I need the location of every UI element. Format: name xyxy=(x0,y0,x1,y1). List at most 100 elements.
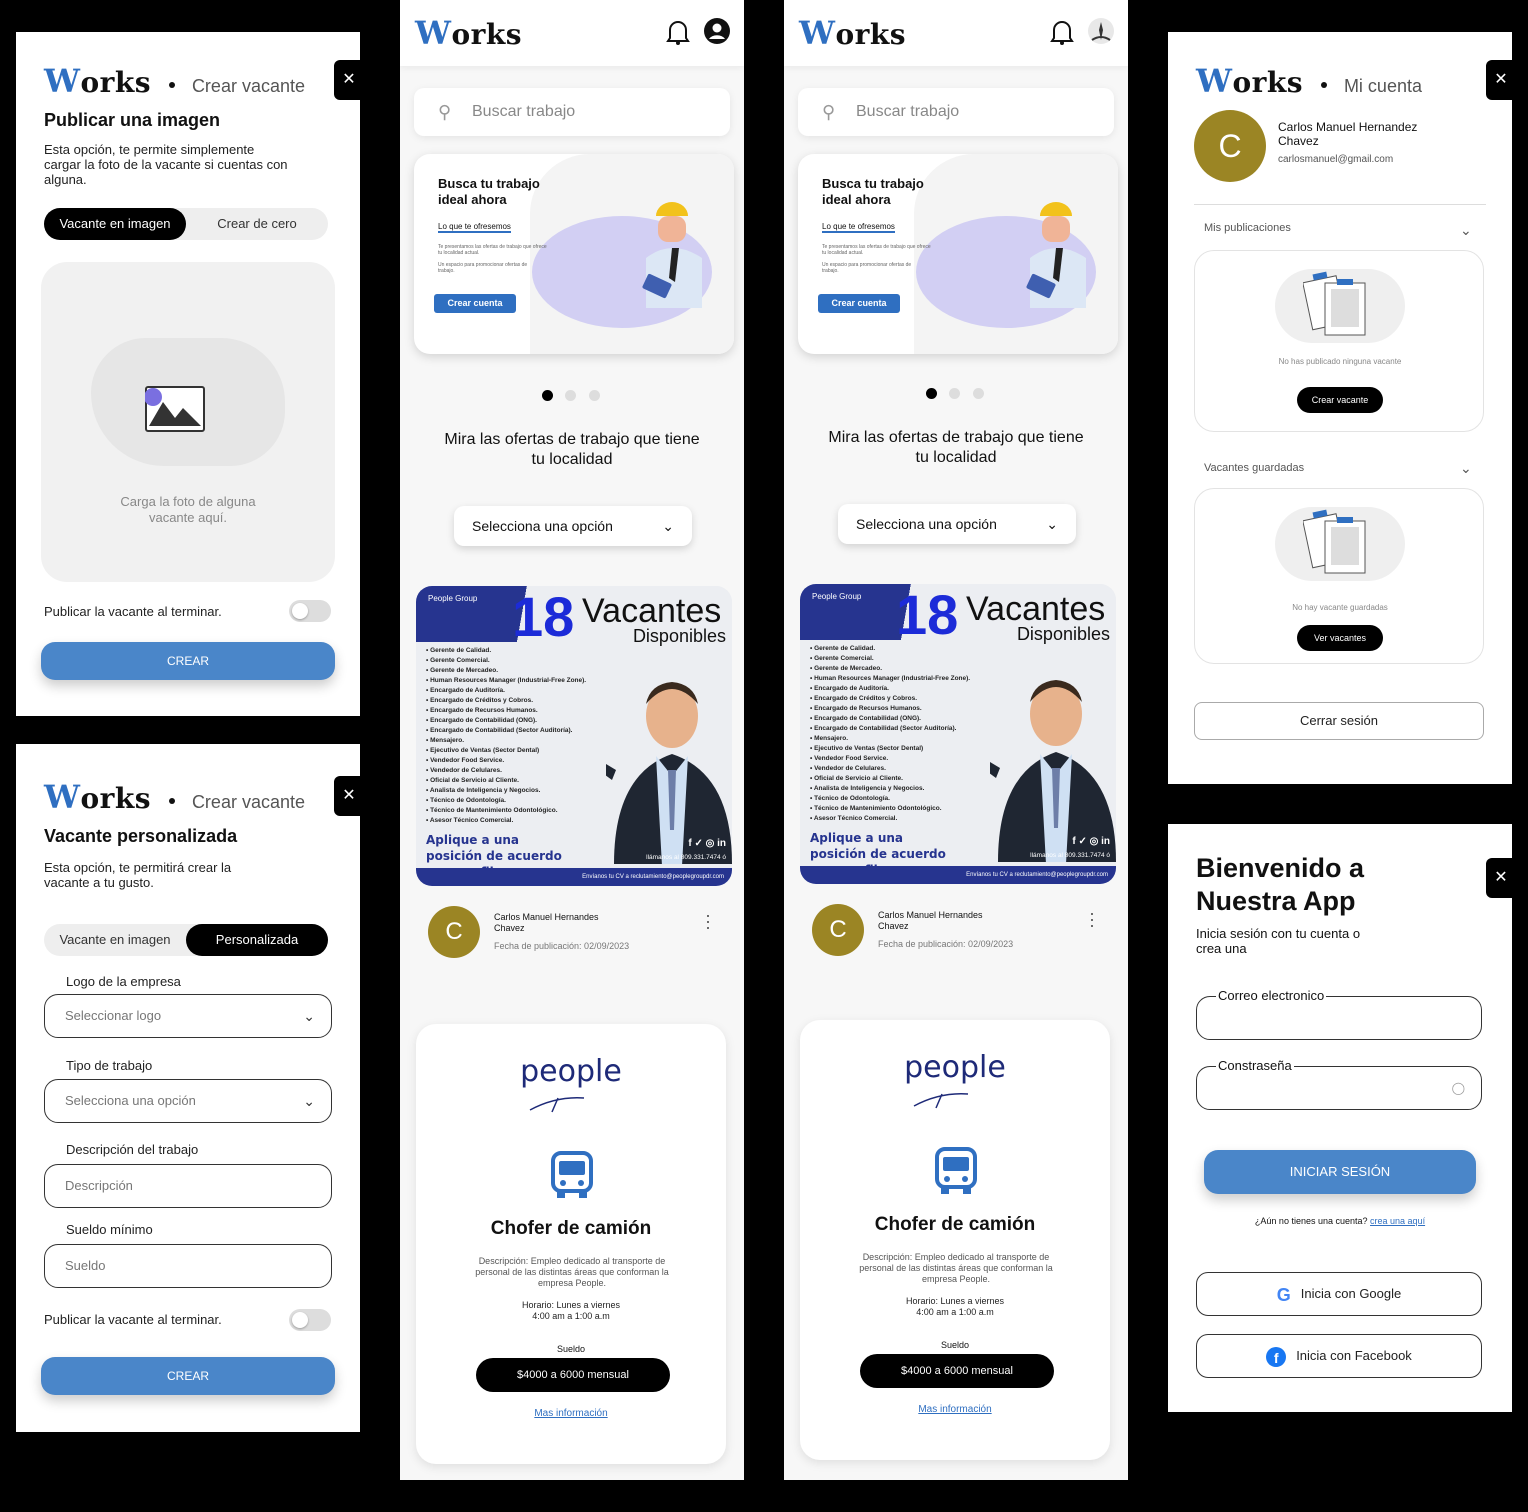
flyer-email: Envíanos tu CV a reclutamiento@peoplegro… xyxy=(966,872,1108,878)
publish-toggle[interactable] xyxy=(289,1309,331,1331)
signup-link[interactable]: crea una aquí xyxy=(1370,1216,1425,1226)
job-desc-input[interactable]: Descripción xyxy=(44,1164,332,1208)
description: Esta opción, te permite simplemente carg… xyxy=(44,142,288,187)
location-select[interactable]: Selecciona una opción ⌄ xyxy=(454,506,692,546)
post-date: Fecha de publicación: 02/09/2023 xyxy=(878,939,1014,949)
google-login-label: Inicia con Google xyxy=(1300,1286,1402,1301)
panel-feed-1: Works ⚲ Buscar trabajo Busca tu trabajo … xyxy=(400,0,744,1480)
vacancy-flyer[interactable]: People Group 18 Vacantes Disponibles • G… xyxy=(800,584,1116,884)
flyer-list-item: • Encargado de Créditos y Cobros. xyxy=(810,695,918,702)
works-logo[interactable]: Works xyxy=(1196,62,1303,100)
flyer-list-item: • Encargado de Contabilidad (ONG). xyxy=(810,715,921,722)
avatar[interactable]: C xyxy=(428,906,480,958)
offers-heading: Mira las ofertas de trabajo que tiene tu… xyxy=(444,431,700,468)
create-account-button[interactable]: Crear cuenta xyxy=(434,294,516,313)
job-type-select-value: Selecciona una opción xyxy=(65,1093,196,1108)
logout-button[interactable]: Cerrar sesión xyxy=(1194,702,1484,740)
more-info-link[interactable]: Mas información xyxy=(800,1404,1110,1415)
brand-swoosh xyxy=(912,1090,972,1110)
flyer-list-item: • Analista de Inteligencia y Negocios. xyxy=(810,785,925,792)
worker-illustration xyxy=(1026,198,1094,308)
close-icon[interactable]: ✕ xyxy=(334,60,360,100)
tab-image-vacancy[interactable]: Vacante en imagen xyxy=(44,924,186,956)
logo-select[interactable]: Seleccionar logo ⌄ xyxy=(44,994,332,1038)
upload-hint: Carga la foto de alguna vacante aquí. xyxy=(120,494,256,525)
carousel-dot[interactable] xyxy=(949,388,961,399)
location-select[interactable]: Selecciona una opción ⌄ xyxy=(838,504,1076,544)
works-logo[interactable]: Works xyxy=(44,62,151,100)
close-icon[interactable]: ✕ xyxy=(1486,858,1512,898)
create-button[interactable]: CREAR xyxy=(41,1357,335,1395)
search-input[interactable]: ⚲ Buscar trabajo xyxy=(414,88,730,136)
works-logo[interactable]: Works xyxy=(415,14,522,52)
flyer-number: 18 xyxy=(896,584,959,646)
eye-off-icon[interactable]: ◯ xyxy=(1452,1067,1465,1109)
create-vacancy-button[interactable]: Crear vacante xyxy=(1297,387,1383,413)
carousel-dot-active[interactable] xyxy=(926,388,937,399)
salary-label: Sueldo xyxy=(556,1344,586,1354)
chevron-down-icon: ⌄ xyxy=(303,1008,315,1024)
hero-banner: Busca tu trabajo ideal ahora Lo que te o… xyxy=(798,154,1118,354)
google-login-button[interactable]: G Inicia con Google xyxy=(1196,1272,1482,1316)
flyer-list-item: • Encargado de Recursos Humanos. xyxy=(810,705,922,712)
create-button[interactable]: CREAR xyxy=(41,642,335,680)
image-upload-area[interactable]: Carga la foto de alguna vacante aquí. xyxy=(41,262,335,582)
works-logo[interactable]: Works xyxy=(799,14,906,52)
job-type-select[interactable]: Selecciona una opción ⌄ xyxy=(44,1079,332,1123)
salary-input[interactable]: Sueldo xyxy=(44,1244,332,1288)
avatar[interactable] xyxy=(1088,18,1114,44)
facebook-login-label: Inicia con Facebook xyxy=(1296,1348,1412,1363)
bell-icon[interactable] xyxy=(666,18,690,46)
carousel-dots xyxy=(926,386,984,404)
flyer-list-item: • Vendedor Food Service. xyxy=(426,757,505,764)
salary-badge: $4000 a 6000 mensual xyxy=(476,1358,670,1392)
saved-empty: No hay vacante guardadas xyxy=(1292,603,1388,612)
flyer-list-item: • Vendedor de Celulares. xyxy=(426,767,502,774)
tab-custom[interactable]: Personalizada xyxy=(186,924,328,956)
flyer-man-photo xyxy=(582,674,732,866)
flyer-list-item: • Gerente Comercial. xyxy=(810,655,874,662)
avatar[interactable]: C xyxy=(1194,110,1266,182)
carousel-dot[interactable] xyxy=(588,390,600,401)
avatar[interactable]: C xyxy=(812,904,864,956)
tab-create-from-scratch[interactable]: Crear de cero xyxy=(186,208,328,240)
post-author[interactable]: Carlos Manuel Hernandes Chavez xyxy=(878,910,1008,932)
more-info-link[interactable]: Mas información xyxy=(416,1408,726,1419)
close-icon[interactable]: ✕ xyxy=(334,776,360,816)
close-icon[interactable]: ✕ xyxy=(1486,60,1512,100)
post-author[interactable]: Carlos Manuel Hernandes Chavez xyxy=(494,912,624,934)
carousel-dot[interactable] xyxy=(972,388,984,399)
more-options-icon[interactable]: · · · xyxy=(704,906,712,936)
bell-icon[interactable] xyxy=(1050,18,1074,46)
job-title: Chofer de camión xyxy=(874,1214,1036,1235)
clipboard-icon xyxy=(1302,271,1373,341)
flyer-phone: llámanos al 809.331.7474 ó xyxy=(646,854,726,861)
flyer-list-item: • Encargado de Auditoría. xyxy=(810,685,889,692)
create-account-button[interactable]: Crear cuenta xyxy=(818,294,900,313)
user-icon[interactable] xyxy=(704,18,730,44)
breadcrumb: Mi cuenta xyxy=(1343,76,1422,96)
flyer-list-item: • Técnico de Odontología. xyxy=(810,795,890,802)
facebook-login-button[interactable]: f Inicia con Facebook xyxy=(1196,1334,1482,1378)
carousel-dot[interactable] xyxy=(565,390,577,401)
job-description: Descripción: Empleo dedicado al transpor… xyxy=(475,1256,669,1288)
publish-toggle[interactable] xyxy=(289,600,331,622)
flyer-email: Envíanos tu CV a reclutamiento@peoplegro… xyxy=(582,874,724,880)
view-vacancies-button[interactable]: Ver vacantes xyxy=(1297,625,1383,651)
flyer-list-item: • Ejecutivo de Ventas (Sector Dental) xyxy=(810,745,924,752)
more-options-icon[interactable]: · · · xyxy=(1088,904,1096,934)
vacancy-flyer[interactable]: People Group 18 Vacantes Disponibles • G… xyxy=(416,586,732,886)
welcome-title: Bienvenido a Nuestra App xyxy=(1196,853,1365,916)
welcome-subtitle: Inicia sesión con tu cuenta o crea una xyxy=(1196,926,1361,956)
hero-subtitle: Lo que te ofresemos xyxy=(438,222,511,233)
carousel-dot-active[interactable] xyxy=(542,390,553,401)
bus-icon xyxy=(932,1146,980,1196)
tab-image-vacancy[interactable]: Vacante en imagen xyxy=(44,208,186,240)
flyer-list-item: • Mensajero. xyxy=(810,735,849,742)
separator-dot xyxy=(169,82,176,89)
search-input[interactable]: ⚲ Buscar trabajo xyxy=(798,88,1114,136)
works-logo[interactable]: Works xyxy=(44,778,151,816)
chevron-down-icon[interactable]: ⌄ xyxy=(1460,222,1472,239)
chevron-down-icon[interactable]: ⌄ xyxy=(1460,460,1472,477)
login-button[interactable]: INICIAR SESIÓN xyxy=(1204,1150,1476,1194)
